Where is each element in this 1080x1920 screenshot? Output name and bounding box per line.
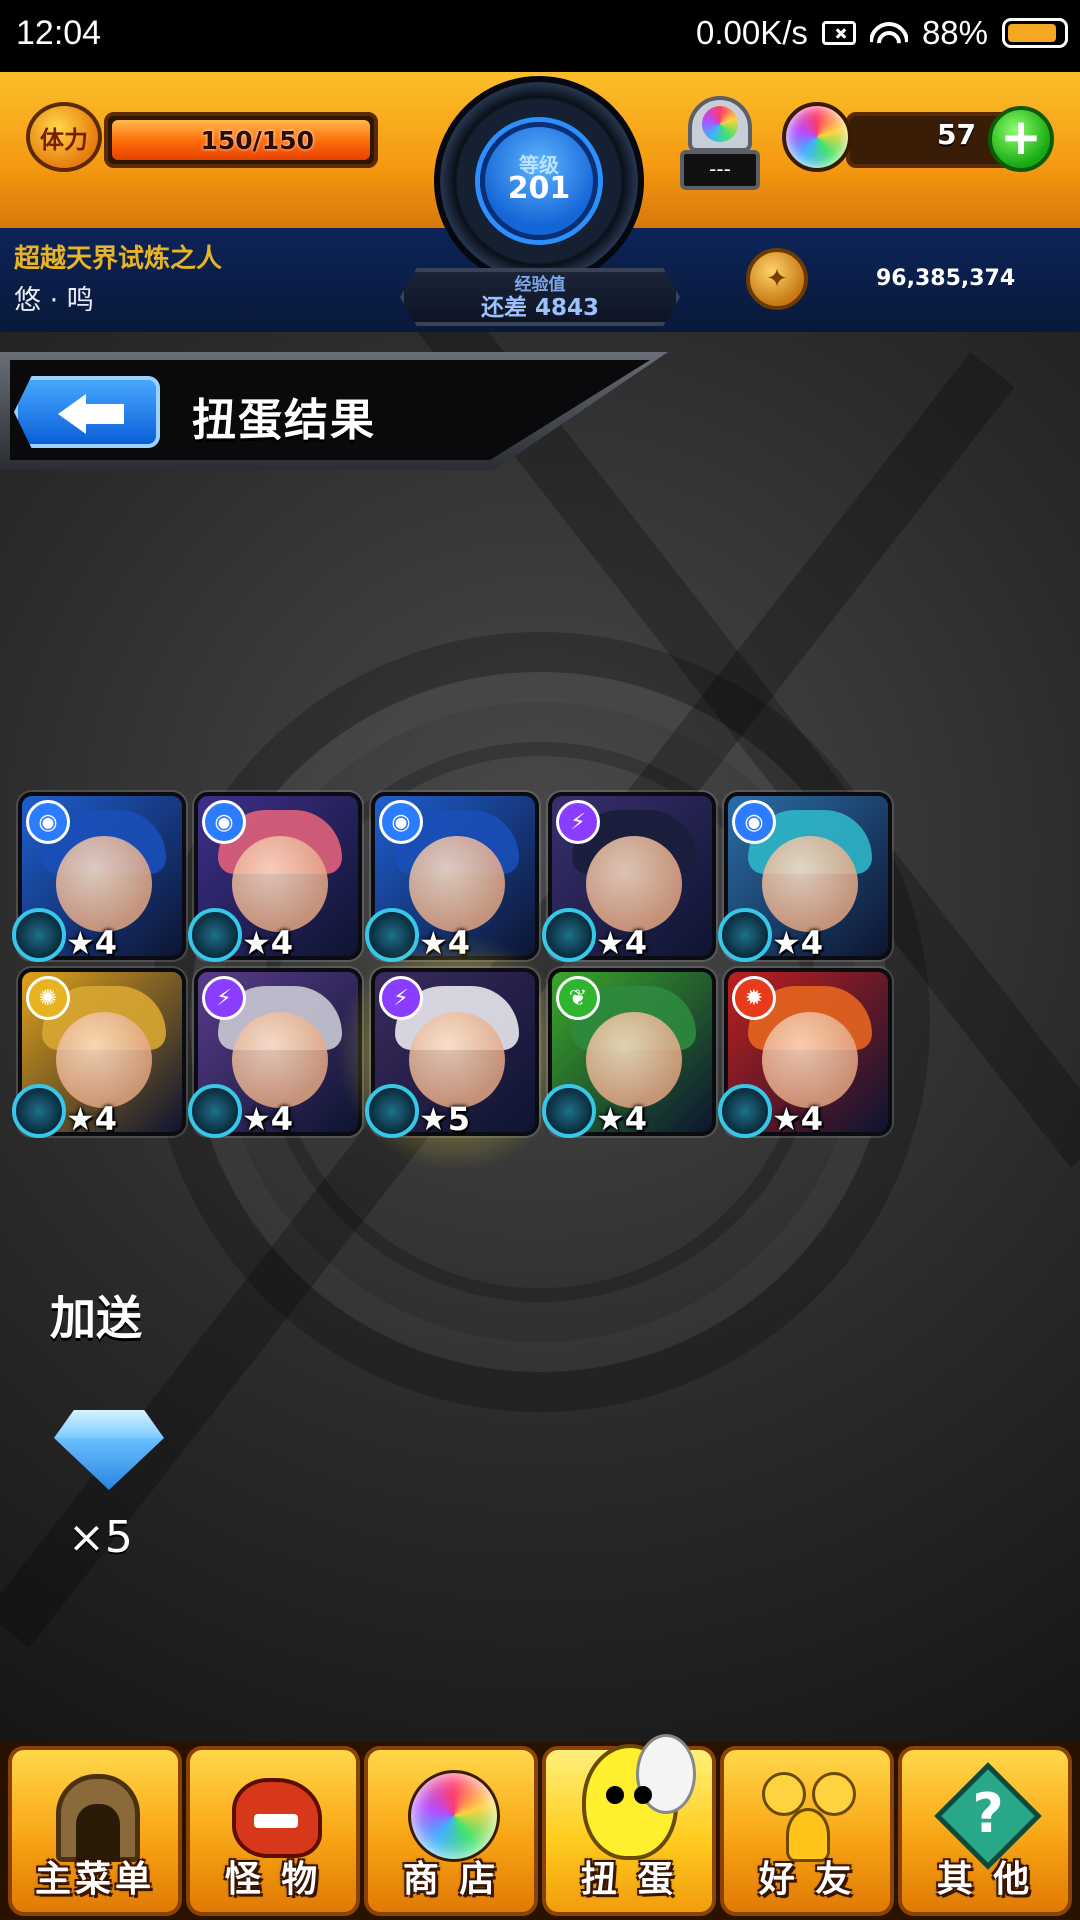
level-core: 等级 201 bbox=[480, 122, 598, 240]
nav-label: 商 店 bbox=[402, 1859, 500, 1900]
rarity-stars: ★4 bbox=[242, 1100, 293, 1138]
gacha-result-screen: 扭蛋结果 ◉ ★4 ◉ ★4 ◉ ★4 ⚡ ★4 ◉ ★4 ✺ ★4 ⚡ bbox=[0, 332, 1080, 1742]
monster-card[interactable]: ◉ ★4 bbox=[12, 792, 186, 962]
battery-percent: 88% bbox=[921, 14, 988, 51]
monster-portrait bbox=[232, 836, 328, 932]
water-drop-icon: ◉ bbox=[202, 800, 246, 844]
stamina-icon: 体力 bbox=[26, 102, 102, 172]
exp-plate: 经验值 还差 4843 bbox=[400, 268, 680, 326]
monster-card[interactable]: ⚡ ★5 bbox=[365, 968, 539, 1138]
nav-label: 好 友 bbox=[758, 1859, 856, 1900]
coin-icon: ✦ bbox=[746, 248, 808, 310]
fire-flame-icon: ✹ bbox=[732, 976, 776, 1020]
orb-shop-icon bbox=[402, 1764, 506, 1864]
bottom-nav: 主菜单怪 物商 店扭 蛋好 友? 其 他 bbox=[0, 1734, 1080, 1920]
no-sim-icon bbox=[821, 21, 856, 45]
evolution-slot-icon bbox=[718, 908, 772, 962]
stamina-value: 150/150 bbox=[200, 126, 314, 155]
monster-portrait bbox=[232, 1012, 328, 1108]
status-icons: 0.00K/s 88% bbox=[696, 14, 1068, 52]
water-drop-icon: ◉ bbox=[26, 800, 70, 844]
level-badge[interactable]: 等级 201 bbox=[434, 76, 644, 286]
orb-count: 57 bbox=[937, 118, 976, 151]
top-hud: 体力 150/150 等级 201 经验值 还差 4843 --- 57 + 超… bbox=[0, 72, 1080, 348]
level-value: 201 bbox=[507, 171, 571, 206]
bonus-gem-count: ×5 bbox=[68, 1512, 133, 1563]
water-drop-icon: ◉ bbox=[379, 800, 423, 844]
monster-portrait bbox=[409, 1012, 505, 1108]
wood-leaf-icon: ❦ bbox=[556, 976, 600, 1020]
monster-portrait bbox=[762, 836, 858, 932]
rarity-stars: ★4 bbox=[66, 1100, 117, 1138]
player-title: 超越天界试炼之人 bbox=[14, 244, 223, 274]
exp-remaining: 还差 4843 bbox=[480, 295, 600, 321]
monster-portrait bbox=[56, 836, 152, 932]
network-speed: 0.00K/s bbox=[696, 14, 808, 51]
nav-item[interactable]: 好 友 bbox=[720, 1746, 894, 1916]
monster-card[interactable]: ◉ ★4 bbox=[718, 792, 892, 962]
nav-label: 其 他 bbox=[936, 1859, 1034, 1900]
evolution-slot-icon bbox=[12, 908, 66, 962]
status-time: 12:04 bbox=[16, 14, 102, 52]
evolution-slot-icon bbox=[12, 1084, 66, 1138]
back-button[interactable] bbox=[14, 376, 160, 448]
evolution-slot-icon bbox=[188, 908, 242, 962]
add-orbs-button[interactable]: + bbox=[988, 106, 1054, 172]
wifi-icon bbox=[869, 18, 908, 48]
gacha-machine-icon[interactable]: --- bbox=[676, 90, 764, 194]
nav-label: 扭 蛋 bbox=[580, 1859, 678, 1900]
nav-item[interactable]: ? 其 他 bbox=[898, 1746, 1072, 1916]
evolution-slot-icon bbox=[718, 1084, 772, 1138]
evolution-slot-icon bbox=[365, 1084, 419, 1138]
monster-portrait bbox=[409, 836, 505, 932]
dark-bolt-icon: ⚡ bbox=[379, 976, 423, 1020]
player-name: 悠 · 鸣 bbox=[14, 285, 94, 316]
monster-card[interactable]: ✺ ★4 bbox=[12, 968, 186, 1138]
nav-item[interactable]: 主菜单 bbox=[8, 1746, 182, 1916]
monster-card[interactable]: ✹ ★4 bbox=[718, 968, 892, 1138]
rarity-stars: ★4 bbox=[596, 924, 647, 962]
friends-icon bbox=[758, 1764, 862, 1864]
back-arrow-icon bbox=[58, 394, 86, 434]
light-sun-icon: ✺ bbox=[26, 976, 70, 1020]
orb-icon bbox=[782, 102, 852, 172]
status-bar: 12:04 0.00K/s 88% bbox=[0, 0, 1080, 72]
gem-icon bbox=[54, 1410, 164, 1490]
rarity-stars: ★4 bbox=[772, 1100, 823, 1138]
egg-gacha-icon bbox=[580, 1734, 696, 1864]
nav-item[interactable]: 扭 蛋 bbox=[542, 1734, 716, 1916]
home-gate-icon bbox=[46, 1764, 150, 1864]
coin-value: 96,385,374 bbox=[876, 266, 1016, 291]
dark-bolt-icon: ⚡ bbox=[202, 976, 246, 1020]
nav-item[interactable]: 怪 物 bbox=[186, 1746, 360, 1916]
battery-icon bbox=[1002, 18, 1068, 48]
monster-portrait bbox=[56, 1012, 152, 1108]
monster-card[interactable]: ❦ ★4 bbox=[542, 968, 716, 1138]
dark-bolt-icon: ⚡ bbox=[556, 800, 600, 844]
monster-portrait bbox=[586, 836, 682, 932]
monster-portrait bbox=[762, 1012, 858, 1108]
monster-card[interactable]: ⚡ ★4 bbox=[542, 792, 716, 962]
monster-card[interactable]: ◉ ★4 bbox=[188, 792, 362, 962]
rarity-stars: ★4 bbox=[242, 924, 293, 962]
monster-portrait bbox=[586, 1012, 682, 1108]
monster-icon bbox=[224, 1764, 328, 1864]
evolution-slot-icon bbox=[542, 908, 596, 962]
nav-label: 主菜单 bbox=[34, 1859, 155, 1900]
nav-item[interactable]: 商 店 bbox=[364, 1746, 538, 1916]
gacha-machine-display: --- bbox=[680, 150, 760, 190]
evolution-slot-icon bbox=[542, 1084, 596, 1138]
question-icon: ? bbox=[934, 1762, 1042, 1870]
rarity-stars: ★4 bbox=[596, 1100, 647, 1138]
bonus-label: 加送 bbox=[50, 1291, 142, 1345]
rarity-stars: ★4 bbox=[66, 924, 117, 962]
water-drop-icon: ◉ bbox=[732, 800, 776, 844]
rarity-stars: ★4 bbox=[772, 924, 823, 962]
rarity-stars: ★5 bbox=[419, 1100, 470, 1138]
page-title: 扭蛋结果 bbox=[192, 395, 376, 446]
nav-label: 怪 物 bbox=[224, 1859, 322, 1900]
evolution-slot-icon bbox=[188, 1084, 242, 1138]
